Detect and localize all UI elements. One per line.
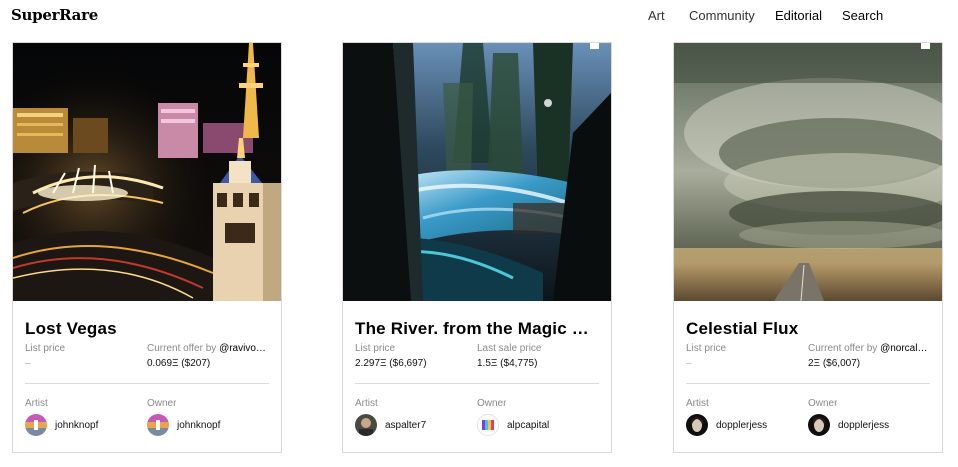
artist-label: Artist: [25, 398, 48, 409]
last-sale-label: Last sale price: [477, 343, 542, 354]
avatar: [25, 414, 47, 436]
avatar: [808, 414, 830, 436]
artist-label: Artist: [355, 398, 378, 409]
artwork-title[interactable]: Lost Vegas: [25, 319, 271, 339]
avatar: [477, 414, 499, 436]
artist-link[interactable]: dopplerjess: [686, 414, 767, 436]
artwork-card-celestial-flux[interactable]: Celestial Flux List price – Current offe…: [673, 42, 943, 453]
avatar: [147, 414, 169, 436]
artwork-title[interactable]: Celestial Flux: [686, 319, 932, 339]
current-offer-value: 0.069Ξ ($207): [147, 358, 211, 369]
list-price-value: –: [25, 358, 31, 369]
current-offer-label: Current offer by @norcal…: [808, 343, 932, 354]
current-offer-value: 2Ξ ($6,007): [808, 358, 861, 369]
offer-user-link[interactable]: @norcal…: [880, 343, 927, 354]
artist-link[interactable]: aspalter7: [355, 414, 426, 436]
owner-link[interactable]: alpcapital: [477, 414, 549, 436]
current-offer-text: Current offer by: [808, 343, 878, 354]
list-price-value: 2.297Ξ ($6,697): [355, 358, 427, 369]
artwork-title[interactable]: The River. from the Magic …: [355, 319, 601, 339]
list-price-label: List price: [686, 343, 727, 354]
artist-link[interactable]: johnknopf: [25, 414, 98, 436]
owner-name[interactable]: alpcapital: [507, 420, 549, 431]
nav-editorial[interactable]: Editorial: [775, 8, 822, 23]
artist-name[interactable]: dopplerjess: [716, 420, 767, 431]
owner-link[interactable]: johnknopf: [147, 414, 220, 436]
artwork-card-lost-vegas[interactable]: Lost Vegas List price – Current offer by…: [12, 42, 282, 453]
current-offer-label: Current offer by @ravivo…: [147, 343, 271, 354]
artist-name[interactable]: johnknopf: [55, 420, 98, 431]
list-price-value: –: [686, 358, 692, 369]
bookmark-icon[interactable]: [921, 43, 930, 49]
artwork-image-the-river[interactable]: [343, 43, 611, 301]
last-sale-value: 1.5Ξ ($4,775): [477, 358, 538, 369]
list-price-label: List price: [25, 343, 66, 354]
divider: [355, 383, 599, 384]
artist-name[interactable]: aspalter7: [385, 420, 426, 431]
list-price-label: List price: [355, 343, 396, 354]
nav-community[interactable]: Community: [689, 8, 755, 23]
owner-name[interactable]: johnknopf: [177, 420, 220, 431]
artist-label: Artist: [686, 398, 709, 409]
owner-link[interactable]: dopplerjess: [808, 414, 889, 436]
owner-label: Owner: [477, 398, 507, 409]
superrare-logo[interactable]: SuperRare: [11, 6, 98, 24]
avatar: [355, 414, 377, 436]
offer-user-link[interactable]: @ravivo…: [219, 343, 266, 354]
divider: [686, 383, 930, 384]
owner-label: Owner: [147, 398, 177, 409]
top-header: SuperRare Art Community Editorial Search: [0, 0, 958, 34]
artwork-image-lost-vegas[interactable]: [13, 43, 281, 301]
divider: [25, 383, 269, 384]
owner-name[interactable]: dopplerjess: [838, 420, 889, 431]
current-offer-text: Current offer by: [147, 343, 217, 354]
artwork-image-celestial-flux[interactable]: [674, 43, 942, 301]
bookmark-icon[interactable]: [590, 43, 599, 49]
nav-search[interactable]: Search: [842, 8, 883, 23]
artwork-card-the-river[interactable]: The River. from the Magic … List price 2…: [342, 42, 612, 453]
avatar: [686, 414, 708, 436]
nav-art[interactable]: Art: [648, 8, 665, 23]
owner-label: Owner: [808, 398, 838, 409]
